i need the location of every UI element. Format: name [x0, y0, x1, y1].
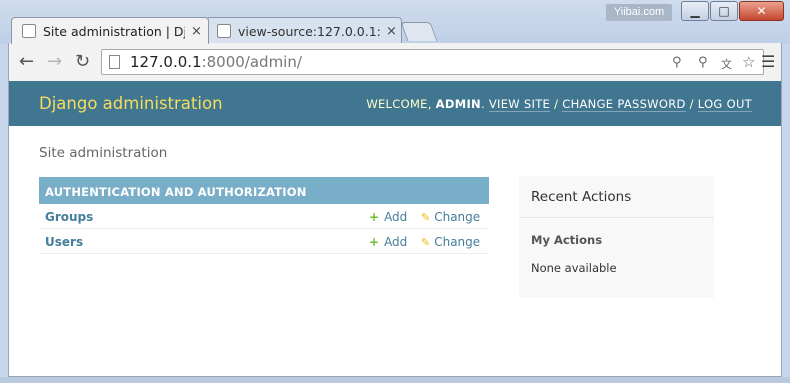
my-actions-heading: My Actions: [531, 233, 603, 247]
divider: [519, 217, 714, 218]
zoom-icon[interactable]: ⚲: [672, 55, 682, 70]
page-title: Site administration: [39, 145, 168, 161]
table-row: Groups + Add ✎ Change: [39, 204, 489, 229]
reload-icon[interactable]: ↻: [75, 51, 90, 72]
plus-icon: +: [369, 235, 380, 249]
change-link[interactable]: ✎ Change: [421, 210, 480, 224]
recent-actions-title: Recent Actions: [531, 189, 632, 205]
forward-icon[interactable]: →: [47, 51, 62, 72]
tab-title: Site administration | Djan: [43, 23, 185, 39]
browser-menu-icon[interactable]: ☰: [761, 52, 775, 71]
empty-actions-text: None available: [531, 261, 617, 275]
url-host: 127.0.0.1: [130, 53, 202, 71]
tab-view-source[interactable]: view-source:127.0.0.1:80 ×: [206, 17, 402, 44]
model-link-users[interactable]: Users: [45, 235, 83, 249]
minimize-button[interactable]: ▁: [681, 1, 709, 21]
add-label: Add: [384, 235, 408, 249]
plus-icon: +: [369, 210, 380, 224]
change-link[interactable]: ✎ Change: [421, 235, 480, 249]
welcome-text: WELCOME,: [366, 97, 432, 111]
site-brand[interactable]: Django administration: [39, 94, 223, 113]
browser-toolbar: ← → ↻ 127.0.0.1:8000/admin/ ⚲ ⚲ 文 ☆ ☰: [8, 43, 782, 81]
page-favicon-icon: [22, 24, 36, 38]
pencil-icon: ✎: [421, 211, 431, 224]
username: ADMIN: [435, 97, 481, 111]
separator: /: [689, 97, 694, 111]
add-label: Add: [384, 210, 408, 224]
change-password-link[interactable]: CHANGE PASSWORD: [562, 97, 686, 112]
bookmark-star-icon[interactable]: ☆: [742, 53, 755, 71]
page-icon: [109, 55, 120, 69]
close-window-button[interactable]: ✕: [739, 1, 784, 21]
user-tools: WELCOME, ADMIN. VIEW SITE / CHANGE PASSW…: [366, 97, 752, 112]
add-link[interactable]: + Add: [369, 210, 407, 224]
window-bottom-edge: [0, 377, 790, 383]
admin-header: Django administration WELCOME, ADMIN. VI…: [9, 81, 781, 126]
url-path: :8000/admin/: [201, 53, 302, 71]
separator: /: [554, 97, 559, 111]
url-text[interactable]: 127.0.0.1:8000/admin/: [130, 53, 302, 71]
log-out-link[interactable]: LOG OUT: [697, 97, 752, 112]
new-tab-button[interactable]: [400, 22, 438, 41]
key-icon[interactable]: ⚲: [698, 55, 708, 70]
model-link-groups[interactable]: Groups: [45, 210, 93, 224]
pencil-icon: ✎: [421, 236, 431, 249]
table-row: Users + Add ✎ Change: [39, 229, 489, 254]
module-caption[interactable]: AUTHENTICATION AND AUTHORIZATION: [39, 177, 489, 204]
browser-window: Site administration | Djan × view-source…: [0, 0, 790, 383]
watermark-badge: Yiibai.com: [606, 4, 672, 21]
tab-title: view-source:127.0.0.1:80: [238, 23, 380, 39]
add-link[interactable]: + Add: [369, 235, 407, 249]
maximize-button[interactable]: □: [710, 1, 738, 21]
recent-actions-panel: Recent Actions My Actions None available: [519, 176, 714, 298]
page-favicon-icon: [217, 24, 231, 38]
tab-close-icon[interactable]: ×: [386, 24, 397, 39]
translate-icon[interactable]: 文: [721, 56, 732, 72]
change-label: Change: [434, 210, 481, 224]
tab-close-icon[interactable]: ×: [191, 24, 202, 39]
view-site-link[interactable]: VIEW SITE: [488, 97, 551, 112]
app-module-auth: AUTHENTICATION AND AUTHORIZATION Groups …: [39, 177, 489, 254]
back-icon[interactable]: ←: [19, 51, 34, 72]
address-bar[interactable]: 127.0.0.1:8000/admin/ ⚲ ⚲ 文 ☆: [101, 49, 764, 75]
tab-site-administration[interactable]: Site administration | Djan ×: [11, 17, 209, 44]
page-viewport: Django administration WELCOME, ADMIN. VI…: [8, 81, 782, 377]
change-label: Change: [434, 235, 481, 249]
